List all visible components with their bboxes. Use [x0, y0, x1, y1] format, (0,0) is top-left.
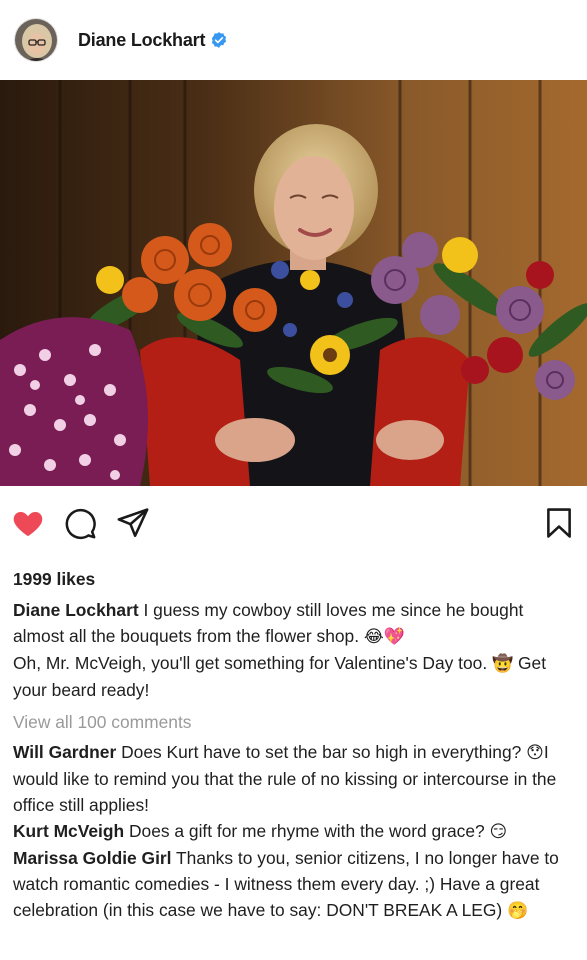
comment-item: Kurt McVeigh Does a gift for me rhyme wi…: [13, 818, 578, 845]
smirk-emoji: 😏: [489, 822, 508, 842]
likes-count[interactable]: 1999 likes: [13, 566, 578, 592]
bookmark-icon: [547, 508, 571, 538]
avatar[interactable]: [14, 18, 58, 62]
caption-author[interactable]: Diane Lockhart: [13, 600, 139, 620]
comment-item: Marissa Goldie Girl Thanks to you, senio…: [13, 845, 578, 924]
comment-author[interactable]: Kurt McVeigh: [13, 821, 124, 841]
comment-button[interactable]: [63, 506, 97, 540]
share-button[interactable]: [116, 506, 150, 540]
laughing-emoji: 😂: [363, 627, 384, 647]
like-button[interactable]: [11, 506, 45, 540]
post-actions: [0, 486, 587, 558]
heart-icon: [13, 511, 43, 537]
hand-over-mouth-emoji: 🤭: [507, 901, 529, 921]
cowboy-emoji: 🤠: [492, 654, 514, 674]
comment-text: Does Kurt have to set the bar so high in…: [121, 742, 522, 762]
astonished-emoji: 😯: [526, 743, 544, 763]
post-photo[interactable]: [0, 80, 587, 486]
comment-icon: [65, 508, 96, 540]
post-header: Diane Lockhart: [0, 0, 587, 80]
photo-illustration: [0, 80, 587, 486]
comment-item: Will Gardner Does Kurt have to set the b…: [13, 739, 578, 818]
comment-author[interactable]: Will Gardner: [13, 742, 116, 762]
share-icon: [117, 508, 149, 538]
caption: Diane Lockhart I guess my cowboy still l…: [13, 597, 578, 703]
caption-line: Oh, Mr. McVeigh, you'll get something fo…: [13, 653, 488, 673]
post-author-name[interactable]: Diane Lockhart: [78, 30, 205, 51]
comment-author[interactable]: Marissa Goldie Girl: [13, 848, 172, 868]
post-content: 1999 likes Diane Lockhart I guess my cow…: [13, 566, 578, 924]
comment-text: Does a gift for me rhyme with the word g…: [128, 821, 485, 841]
verified-badge-icon: [210, 31, 228, 49]
bookmark-button[interactable]: [542, 506, 576, 540]
view-all-comments-link[interactable]: View all 100 comments: [13, 709, 578, 735]
sparkling-heart-emoji: 💖: [383, 627, 405, 647]
